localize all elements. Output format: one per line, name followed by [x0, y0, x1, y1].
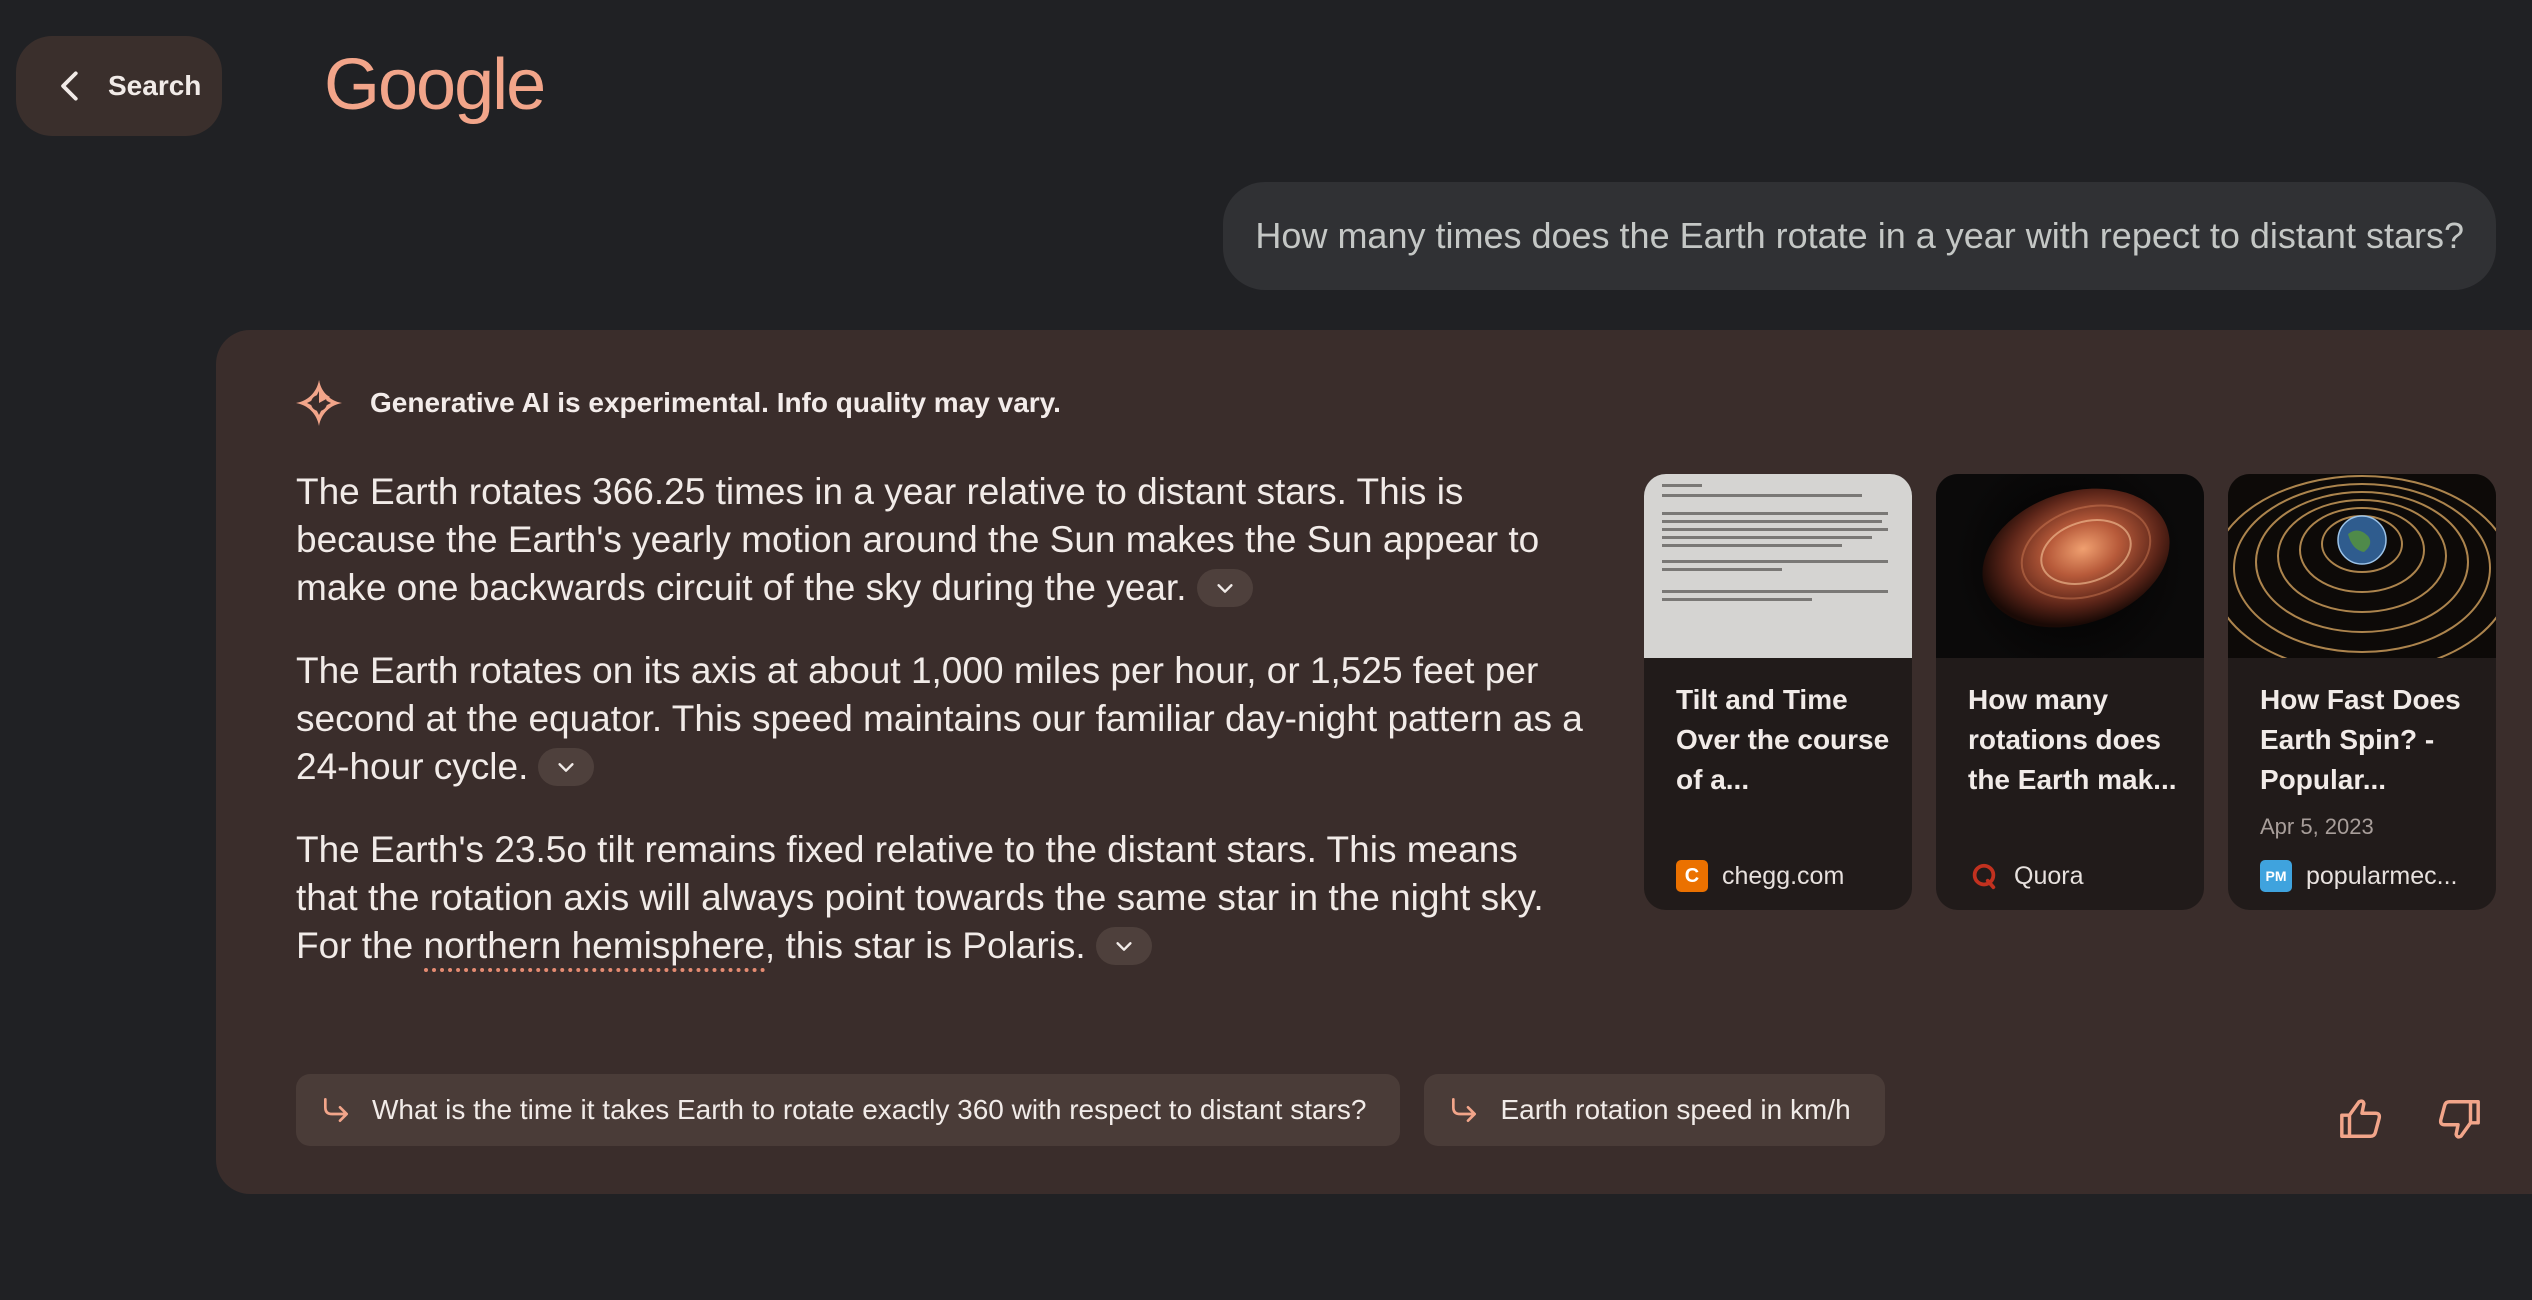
back-to-search-button[interactable]: Search	[16, 36, 222, 136]
source-site-name: popularmec...	[2306, 861, 2458, 890]
followup-label: Earth rotation speed in km/h	[1500, 1094, 1851, 1125]
source-date: Apr 5, 2023	[2260, 814, 2374, 839]
popular-mechanics-favicon-icon: PM	[2260, 860, 2292, 892]
answer-text: , this star is Polaris.	[764, 925, 1086, 966]
subdirectory-arrow-icon	[324, 1098, 348, 1122]
source-cards: Tilt and Time Over the course of a... C …	[1644, 474, 2496, 910]
chevron-left-icon	[61, 71, 78, 101]
source-site: Quora	[1968, 860, 2083, 892]
query-text: How many times does the Earth rotate in …	[1255, 215, 2464, 256]
source-title: Tilt and Time Over the course of a...	[1676, 684, 1890, 795]
source-card[interactable]: How Fast Does Earth Spin? - Popular... A…	[2228, 474, 2496, 910]
planet-disc-thumbnail	[1936, 474, 2204, 658]
source-site: PM popularmec...	[2260, 860, 2457, 892]
thumbs-up-icon[interactable]	[2338, 1096, 2384, 1142]
followup-chip[interactable]: Earth rotation speed in km/h	[1424, 1074, 1885, 1146]
expand-citation-button[interactable]	[538, 748, 595, 787]
northern-hemisphere-link[interactable]: northern hemisphere	[423, 925, 765, 972]
expand-citation-button[interactable]	[1095, 927, 1152, 966]
source-title: How Fast Does Earth Spin? - Popular...	[2260, 684, 2461, 795]
page: Search Google How many times does the Ea…	[0, 0, 2532, 1300]
expand-citation-button[interactable]	[1196, 569, 1253, 608]
answer-paragraph: The Earth's 23.5o tilt remains fixed rel…	[296, 826, 1586, 972]
ai-disclaimer: Generative AI is experimental. Info qual…	[294, 378, 1061, 428]
chevron-down-icon	[1216, 584, 1233, 594]
chevron-down-icon	[558, 763, 574, 773]
answer-paragraph: The Earth rotates on its axis at about 1…	[296, 647, 1586, 791]
source-card[interactable]: How many rotations does the Earth mak...…	[1936, 474, 2204, 910]
source-site-name: Quora	[2014, 861, 2084, 890]
quora-favicon-icon	[1968, 860, 2000, 892]
chegg-favicon-icon: C	[1676, 860, 1708, 892]
followup-suggestions: What is the time it takes Earth to rotat…	[296, 1074, 1885, 1146]
subdirectory-arrow-icon	[1452, 1098, 1477, 1122]
answer-text: The Earth rotates on its axis at about 1…	[296, 650, 1583, 787]
user-query-bubble: How many times does the Earth rotate in …	[1223, 182, 2496, 290]
followup-label: What is the time it takes Earth to rotat…	[372, 1094, 1367, 1125]
earth-rings-thumbnail	[2228, 474, 2496, 658]
disclaimer-text: Generative AI is experimental. Info qual…	[370, 387, 1061, 418]
document-thumbnail	[1644, 474, 1912, 658]
sparkle-icon	[296, 380, 342, 426]
thumbs-down-icon[interactable]	[2436, 1096, 2482, 1142]
source-card[interactable]: Tilt and Time Over the course of a... C …	[1644, 474, 1912, 910]
ai-overview-panel: Generative AI is experimental. Info qual…	[216, 330, 2532, 1194]
answer-paragraph: The Earth rotates 366.25 times in a year…	[296, 468, 1586, 612]
source-title: How many rotations does the Earth mak...	[1968, 684, 2177, 795]
source-site-name: chegg.com	[1722, 861, 1845, 890]
back-button-label: Search	[108, 70, 202, 101]
source-site: C chegg.com	[1676, 860, 1844, 892]
answer-text: The Earth rotates 366.25 times in a year…	[296, 471, 1540, 608]
chevron-down-icon	[1116, 942, 1132, 952]
followup-chip[interactable]: What is the time it takes Earth to rotat…	[296, 1074, 1401, 1146]
ai-answer-body: The Earth rotates 366.25 times in a year…	[296, 468, 1586, 1005]
google-logo[interactable]: Google	[324, 44, 546, 126]
